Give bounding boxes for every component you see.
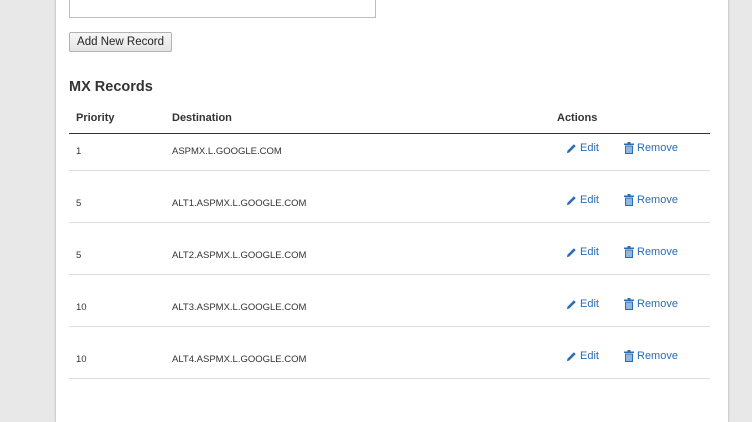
edit-label: Edit [580, 142, 599, 154]
table-row: 10 ALT4.ASPMX.L.GOOGLE.COM Edit Remove [69, 342, 710, 379]
record-value-textarea[interactable] [69, 0, 376, 18]
remove-link[interactable]: Remove [624, 194, 678, 206]
trash-icon [624, 194, 634, 206]
edit-link[interactable]: Edit [566, 298, 599, 310]
row-destination: ALT1.ASPMX.L.GOOGLE.COM [172, 198, 307, 209]
table-row: 5 ALT2.ASPMX.L.GOOGLE.COM Edit Remove [69, 238, 710, 275]
remove-label: Remove [637, 246, 678, 258]
edit-link[interactable]: Edit [566, 142, 599, 154]
trash-icon [624, 142, 634, 154]
edit-label: Edit [580, 246, 599, 258]
add-new-record-button[interactable]: Add New Record [69, 32, 172, 52]
header-actions: Actions [557, 112, 598, 124]
table-row: 5 ALT1.ASPMX.L.GOOGLE.COM Edit Remove [69, 186, 710, 223]
remove-label: Remove [637, 142, 678, 154]
edit-link[interactable]: Edit [566, 350, 599, 362]
trash-icon [624, 246, 634, 258]
pencil-icon [566, 247, 577, 258]
edit-link[interactable]: Edit [566, 194, 599, 206]
header-destination: Destination [172, 112, 232, 124]
header-priority: Priority [76, 112, 115, 124]
row-destination: ASPMX.L.GOOGLE.COM [172, 146, 282, 157]
content-panel: Add New Record MX Records Priority Desti… [55, 0, 729, 422]
remove-link[interactable]: Remove [624, 350, 678, 362]
pencil-icon [566, 143, 577, 154]
remove-label: Remove [637, 350, 678, 362]
mx-records-table: 1 ASPMX.L.GOOGLE.COM Edit Remove 5 ALT1.… [69, 134, 710, 394]
remove-link[interactable]: Remove [624, 298, 678, 310]
table-header: Priority Destination Actions [69, 110, 710, 134]
pencil-icon [566, 351, 577, 362]
row-destination: ALT4.ASPMX.L.GOOGLE.COM [172, 354, 307, 365]
row-destination: ALT2.ASPMX.L.GOOGLE.COM [172, 250, 307, 261]
pencil-icon [566, 299, 577, 310]
row-priority: 5 [76, 250, 82, 261]
edit-label: Edit [580, 298, 599, 310]
row-priority: 10 [76, 302, 87, 313]
section-title: MX Records [69, 79, 153, 95]
edit-label: Edit [580, 194, 599, 206]
trash-icon [624, 298, 634, 310]
remove-link[interactable]: Remove [624, 246, 678, 258]
remove-label: Remove [637, 298, 678, 310]
table-row: 1 ASPMX.L.GOOGLE.COM Edit Remove [69, 134, 710, 171]
remove-label: Remove [637, 194, 678, 206]
trash-icon [624, 350, 634, 362]
pencil-icon [566, 195, 577, 206]
row-destination: ALT3.ASPMX.L.GOOGLE.COM [172, 302, 307, 313]
row-priority: 5 [76, 198, 82, 209]
row-priority: 1 [76, 146, 82, 157]
remove-link[interactable]: Remove [624, 142, 678, 154]
edit-link[interactable]: Edit [566, 246, 599, 258]
row-priority: 10 [76, 354, 87, 365]
edit-label: Edit [580, 350, 599, 362]
table-row: 10 ALT3.ASPMX.L.GOOGLE.COM Edit Remove [69, 290, 710, 327]
